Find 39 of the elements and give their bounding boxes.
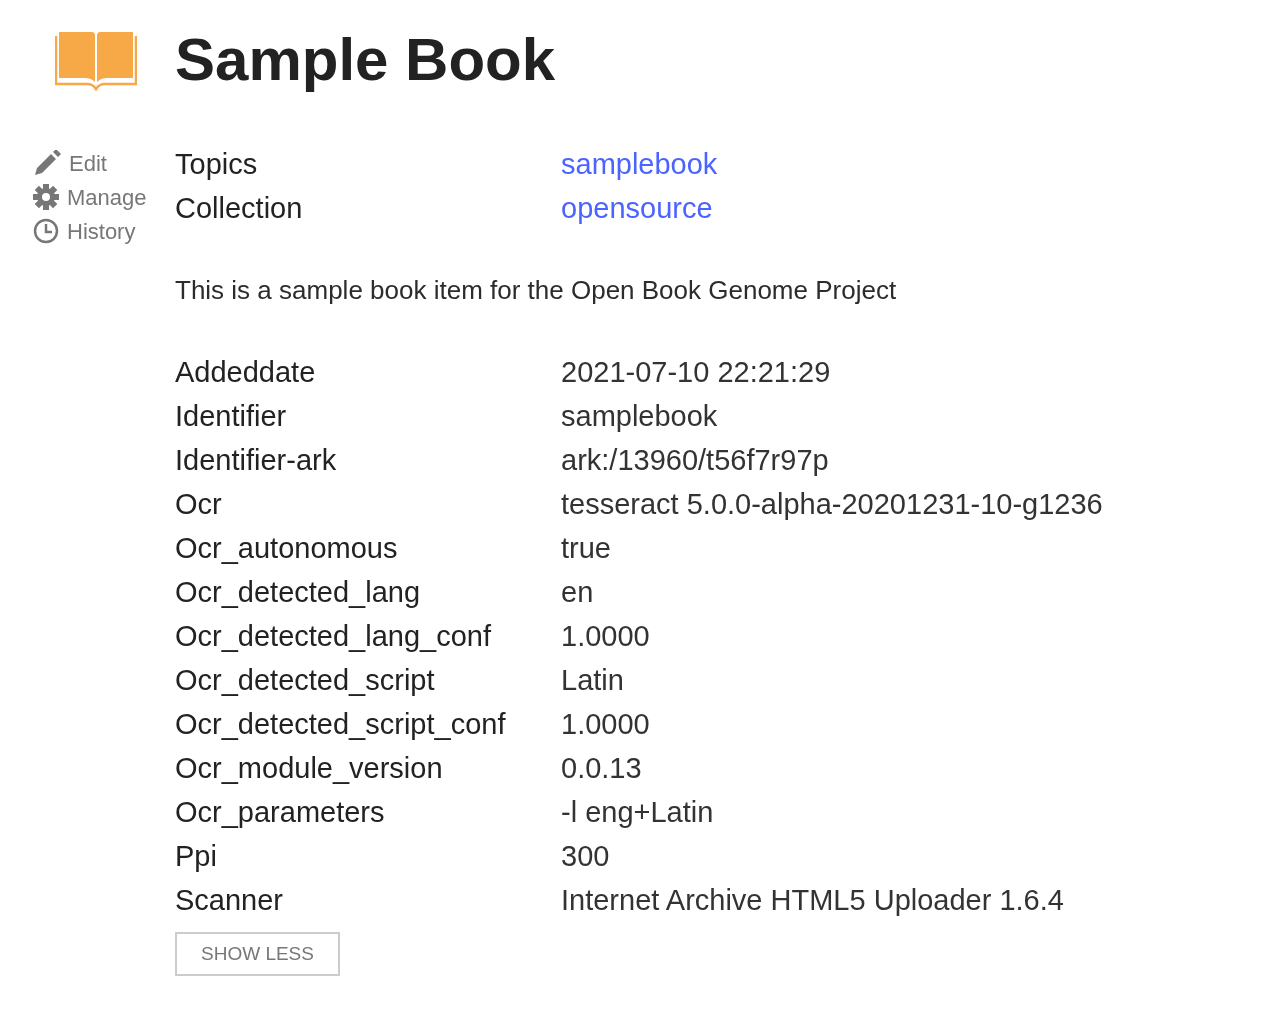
field-value: ark:/13960/t56f7r97p (561, 443, 829, 478)
manage-link[interactable]: Manage (67, 180, 147, 214)
field-value: 2021-07-10 22:21:29 (561, 355, 831, 390)
field-label: Scanner (175, 883, 284, 918)
field-label: Ocr_module_version (175, 751, 444, 786)
pencil-icon (33, 150, 61, 176)
field-value: Latin (561, 663, 624, 698)
field-label: Ocr_detected_lang_conf (175, 619, 492, 654)
value-link[interactable]: samplebook (561, 142, 718, 186)
field-label: Collection (175, 191, 304, 226)
field-label: Ocr_detected_script_conf (175, 707, 507, 742)
field-label: Ocr_autonomous (175, 531, 399, 566)
field-label: Ppi (175, 839, 218, 874)
field-label: Identifier (175, 399, 288, 434)
field-value: 1.0000 (561, 619, 650, 654)
show-less-button[interactable]: SHOW LESS (175, 932, 340, 976)
field-value: -l eng+Latin (561, 795, 714, 830)
field-value: true (561, 531, 611, 566)
field-value: tesseract 5.0.0-alpha-20201231-10-g1236 (561, 487, 1103, 522)
field-label: Ocr_parameters (175, 795, 386, 830)
field-value: Internet Archive HTML5 Uploader 1.6.4 (561, 883, 1064, 918)
field-label: Ocr_detected_lang (175, 575, 422, 610)
edit-link[interactable]: Edit (69, 146, 107, 180)
field-label: Addeddate (175, 355, 317, 390)
field-label: Identifier-ark (175, 443, 338, 478)
gear-icon (33, 184, 59, 210)
field-value: en (561, 575, 594, 610)
description-text: This is a sample book item for the Open Book Genome Project (175, 274, 898, 307)
field-label: Ocr (175, 487, 223, 522)
value-link[interactable]: opensource (561, 186, 713, 230)
clock-icon (33, 218, 59, 244)
field-value: 1.0000 (561, 707, 650, 742)
page-title: Sample Book (175, 30, 556, 90)
field-label: Ocr_detected_script (175, 663, 436, 698)
field-value: samplebook (561, 399, 718, 434)
history-link[interactable]: History (67, 214, 136, 248)
field-label: Topics (175, 147, 259, 182)
field-value: 300 (561, 839, 610, 874)
field-value: 0.0.13 (561, 751, 642, 786)
